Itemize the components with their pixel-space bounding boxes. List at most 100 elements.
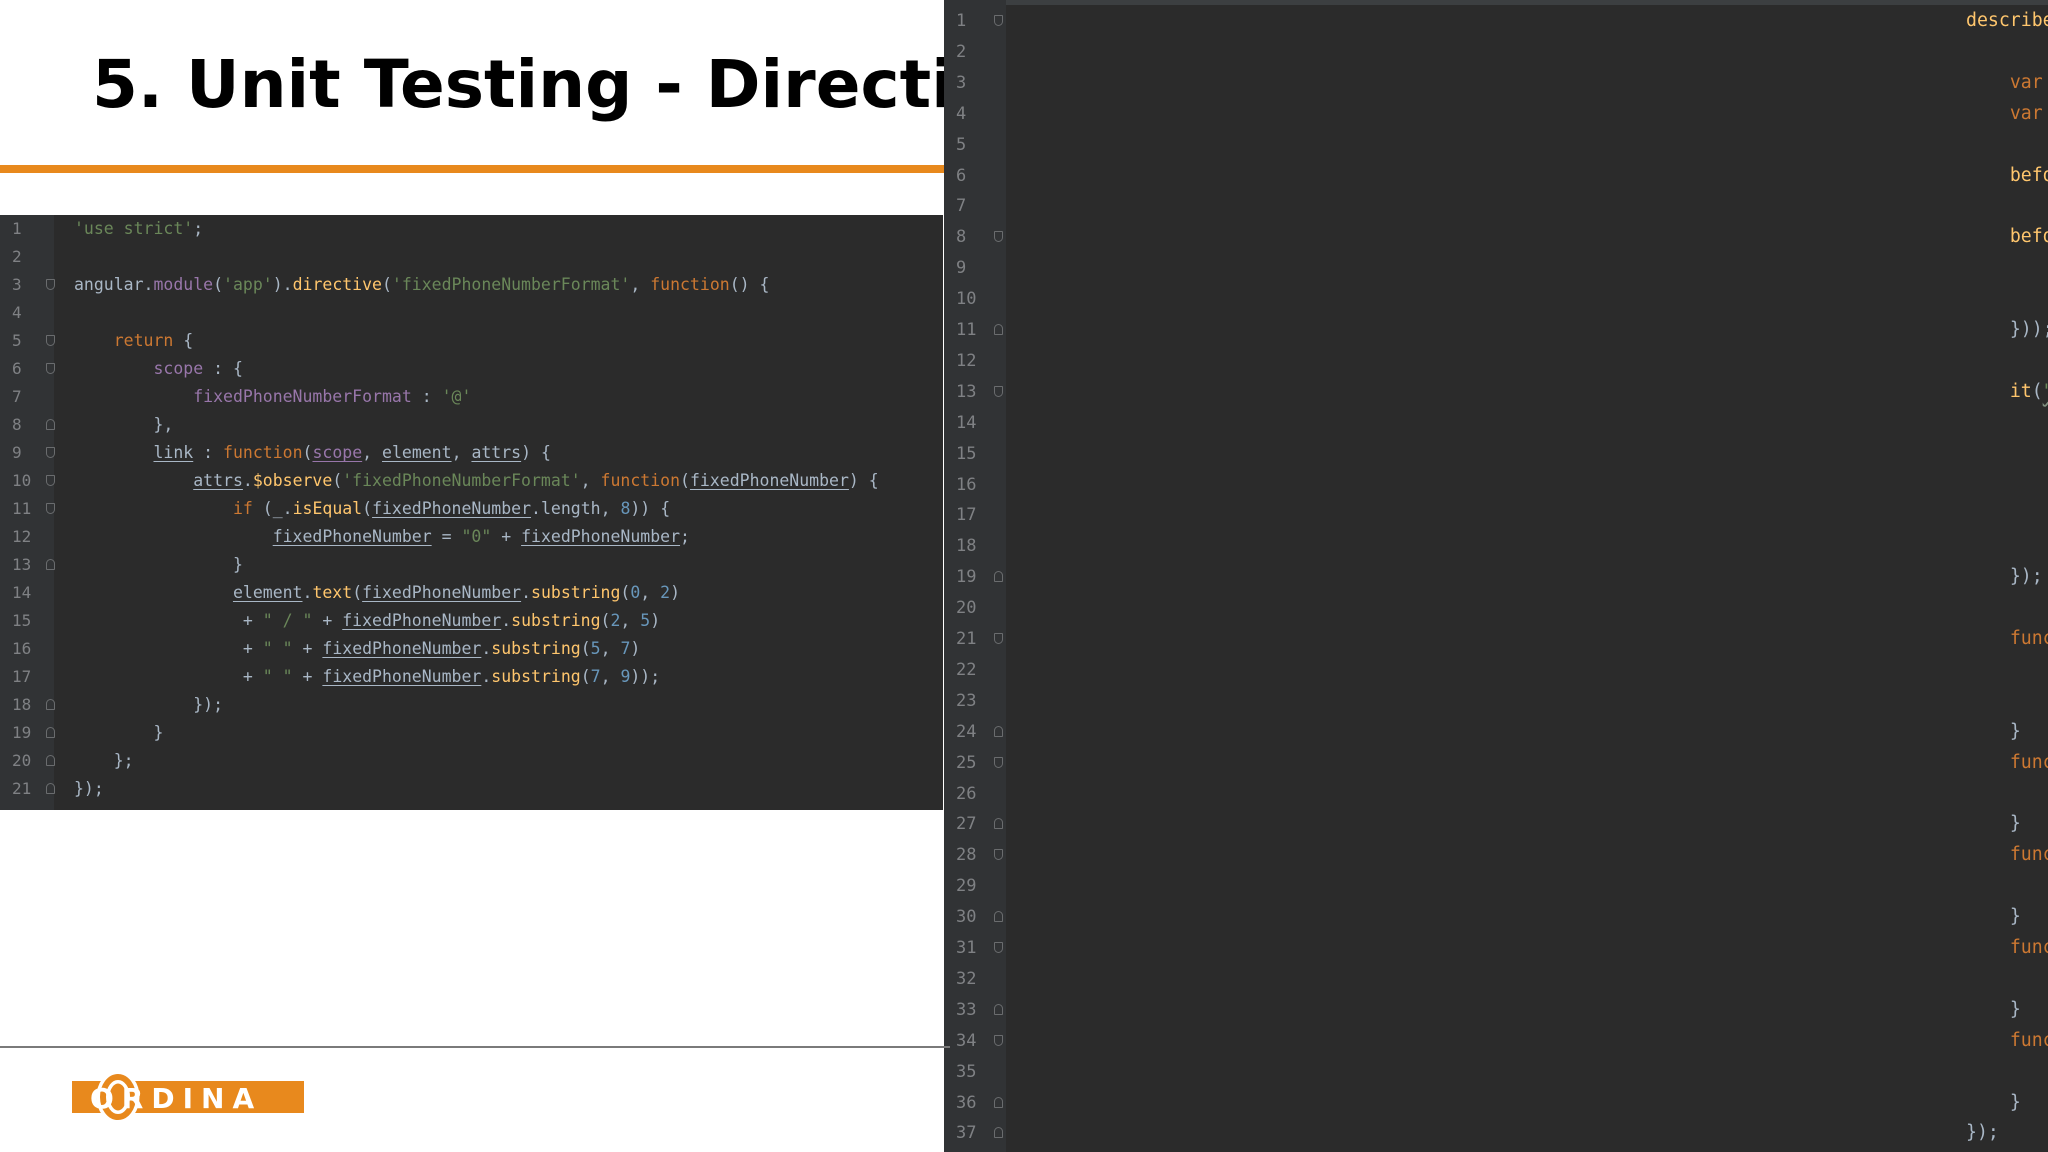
code-line[interactable]: 15 givenFixedPhoneNumberWithNineDigits()… xyxy=(944,439,2048,470)
code-line[interactable]: 10 attrs.$observe('fixedPhoneNumberForma… xyxy=(0,467,943,495)
fold-end-icon[interactable] xyxy=(994,1127,1003,1139)
fold-end-icon[interactable] xyxy=(46,783,55,794)
code-line[interactable]: 13 it("formatfixedphonewithcode", functi… xyxy=(944,377,2048,408)
code-line[interactable]: 12 xyxy=(944,346,2048,377)
code-line[interactable]: 5 return { xyxy=(0,327,943,355)
code-line[interactable]: 20 }; xyxy=(0,747,943,775)
code-line[interactable]: 4 var formattedFixedPhoneNumber; xyxy=(944,99,2048,130)
code-line[interactable]: 3 angular.module('app').directive('fixedP… xyxy=(0,271,943,299)
fold-end-icon[interactable] xyxy=(994,324,1003,335)
code-line[interactable]: 18 }); xyxy=(0,691,943,719)
code-line[interactable]: 7 xyxy=(944,191,2048,222)
code-line[interactable]: 14 givenTemplate(); xyxy=(944,408,2048,439)
fold-end-icon[interactable] xyxy=(994,818,1003,830)
code-text: } xyxy=(2009,813,2021,835)
directive-code-editor[interactable]: 1 'use strict'; 2 3 angular.module('app').di… xyxy=(0,215,943,810)
code-line[interactable]: 21}); xyxy=(0,775,943,803)
line-number: 8 xyxy=(956,227,967,248)
code-line[interactable]: 5 xyxy=(944,130,2048,161)
code-line[interactable]: 25 function givenFixedPhoneNumberWithNin… xyxy=(944,748,2048,779)
line-number: 24 xyxy=(956,721,977,742)
fold-toggle-icon[interactable] xyxy=(994,849,1003,861)
fold-end-icon[interactable] xyxy=(46,419,55,430)
code-line[interactable]: 20 xyxy=(944,593,2048,624)
line-number: 5 xyxy=(956,134,967,155)
code-line[interactable]: 10 $compile = _$compile_; xyxy=(944,284,2048,315)
fold-end-icon[interactable] xyxy=(994,911,1003,923)
fold-toggle-icon[interactable] xyxy=(994,15,1003,26)
code-line[interactable]: 21 function givenTemplate() { xyxy=(944,624,2048,655)
code-line[interactable]: 16 + " " + fixedPhoneNumber.substring(5,… xyxy=(0,635,943,663)
code-line[interactable]: 23 element = $compile(template)($scope); xyxy=(944,686,2048,717)
code-line[interactable]: 6 beforeEach(module('app')); xyxy=(944,161,2048,192)
code-line[interactable]: 19 }); xyxy=(944,562,2048,593)
code-line[interactable]: 30 } xyxy=(944,902,2048,933)
fold-end-icon[interactable] xyxy=(994,1096,1003,1108)
code-line[interactable]: 1 'use strict'; xyxy=(0,215,943,243)
code-line[interactable]: 31 function whenFormatFixedPhoneNumber()… xyxy=(944,933,2048,964)
code-line[interactable]: 22 var template = '<div data-fixed-phone… xyxy=(944,655,2048,686)
code-line[interactable]: 24 } xyxy=(944,717,2048,748)
fold-end-icon[interactable] xyxy=(994,725,1003,737)
code-line[interactable]: 11 })); xyxy=(944,315,2048,346)
fold-toggle-icon[interactable] xyxy=(994,633,1003,644)
code-line[interactable]: 7 fixedPhoneNumberFormat : '@' xyxy=(0,383,943,411)
code-line[interactable]: 36 } xyxy=(944,1088,2048,1119)
code-line[interactable]: 33 } xyxy=(944,995,2048,1026)
code-text: } xyxy=(2009,998,2021,1020)
code-line[interactable]: 11 if (_.isEqual(fixedPhoneNumber.length… xyxy=(0,495,943,523)
fold-toggle-icon[interactable] xyxy=(46,475,55,486)
fold-end-icon[interactable] xyxy=(46,699,55,710)
code-line[interactable]: 3 var element = {}; xyxy=(944,68,2048,99)
code-line[interactable]: 15 + " / " + fixedPhoneNumber.substring(… xyxy=(0,607,943,635)
fold-end-icon[interactable] xyxy=(46,755,55,766)
code-line[interactable]: 4 xyxy=(0,299,943,327)
code-line[interactable]: 34 function thenFixedPhoneNumberIsFormat… xyxy=(944,1026,2048,1057)
code-line[interactable]: 19 } xyxy=(0,719,943,747)
fold-toggle-icon[interactable] xyxy=(994,231,1003,243)
test-code-editor[interactable]: 1 describe('FixedPhoneNumberDirective', f… xyxy=(944,0,2048,1152)
code-line[interactable]: 17 + " " + fixedPhoneNumber.substring(7,… xyxy=(0,663,943,691)
code-line[interactable]: 26 $scope.fixedPhoneNumber = "025021910"… xyxy=(944,779,2048,810)
code-line[interactable]: 14 element.text(fixedPhoneNumber.substri… xyxy=(0,579,943,607)
code-line[interactable]: 18 thenFixedPhoneNumberIsFormatted(); xyxy=(944,531,2048,562)
fold-toggle-icon[interactable] xyxy=(994,756,1003,768)
code-line[interactable]: 37}); xyxy=(944,1118,2048,1149)
line-number: 14 xyxy=(956,412,977,433)
code-line[interactable]: 8 beforeEach(inject(function($rootScope,… xyxy=(944,222,2048,253)
fold-toggle-icon[interactable] xyxy=(46,447,55,458)
code-line[interactable]: 9 $scope = $rootScope.$new(); xyxy=(944,253,2048,284)
fold-toggle-icon[interactable] xyxy=(46,279,55,290)
fold-toggle-icon[interactable] xyxy=(46,363,55,374)
code-line[interactable]: 32 $scope.$digest(); xyxy=(944,964,2048,995)
code-line[interactable]: 16 givenFormattedFixedPhoneNumber(); xyxy=(944,470,2048,501)
code-line[interactable]: 27 } xyxy=(944,809,2048,840)
line-number: 20 xyxy=(956,598,977,619)
fold-end-icon[interactable] xyxy=(46,559,55,570)
line-number: 15 xyxy=(12,611,32,630)
fold-toggle-icon[interactable] xyxy=(994,1034,1003,1046)
code-line[interactable]: 9 link : function(scope, element, attrs)… xyxy=(0,439,943,467)
code-text: element = $compile(template)($scope); xyxy=(1966,686,2048,717)
code-line[interactable]: 29 formattedFixedPhoneNumber = "02 / 502… xyxy=(944,871,2048,902)
line-number: 20 xyxy=(12,751,32,770)
code-line[interactable]: 6 scope : { xyxy=(0,355,943,383)
line-number: 12 xyxy=(956,350,977,371)
fold-end-icon[interactable] xyxy=(994,571,1003,583)
code-line[interactable]: 12 fixedPhoneNumber = "0" + fixedPhoneNu… xyxy=(0,523,943,551)
code-line[interactable]: 13 } xyxy=(0,551,943,579)
fold-toggle-icon[interactable] xyxy=(994,942,1003,953)
code-line[interactable]: 8 }, xyxy=(0,411,943,439)
code-line[interactable]: 17 whenFormatFixedPhoneNumber(); xyxy=(944,500,2048,531)
code-line[interactable]: 2 xyxy=(944,37,2048,68)
code-line[interactable]: 35 expect(element.text()).toBe(formatted… xyxy=(944,1057,2048,1088)
fold-toggle-icon[interactable] xyxy=(46,503,55,514)
line-number: 7 xyxy=(956,196,967,217)
fold-toggle-icon[interactable] xyxy=(46,335,55,346)
code-line[interactable]: 28 function givenFormattedFixedPhoneNumb… xyxy=(944,840,2048,871)
fold-end-icon[interactable] xyxy=(994,1003,1003,1015)
fold-end-icon[interactable] xyxy=(46,727,55,738)
code-line[interactable]: 1 describe('FixedPhoneNumberDirective', f… xyxy=(944,6,2048,37)
fold-toggle-icon[interactable] xyxy=(994,385,1003,397)
code-line[interactable]: 2 xyxy=(0,243,943,271)
